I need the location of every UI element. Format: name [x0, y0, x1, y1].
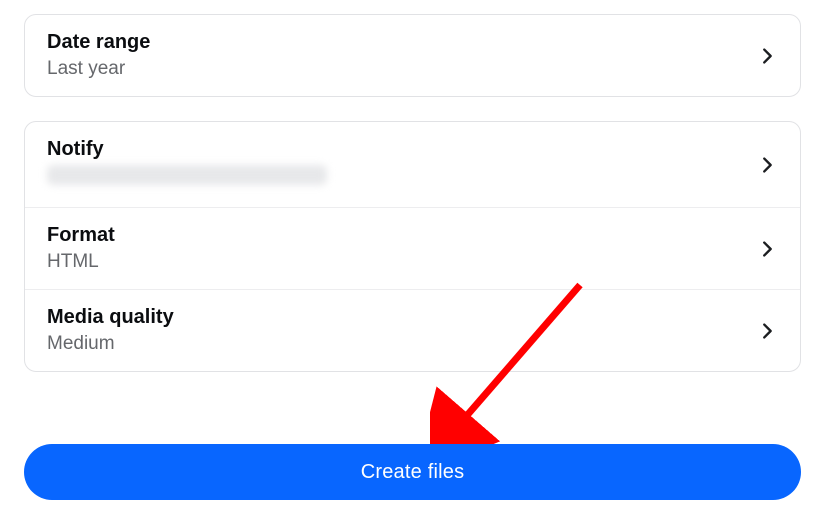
row-labels: Notify: [47, 138, 327, 191]
chevron-right-icon: [756, 45, 778, 67]
row-date-range[interactable]: Date range Last year: [25, 15, 800, 96]
format-title: Format: [47, 224, 115, 247]
date-range-value: Last year: [47, 58, 150, 80]
card-date-range: Date range Last year: [24, 14, 801, 97]
row-notify[interactable]: Notify: [25, 122, 800, 207]
chevron-right-icon: [756, 320, 778, 342]
row-labels: Media quality Medium: [47, 306, 174, 355]
row-labels: Date range Last year: [47, 31, 150, 80]
chevron-right-icon: [756, 154, 778, 176]
row-media-quality[interactable]: Media quality Medium: [25, 289, 800, 371]
row-format[interactable]: Format HTML: [25, 207, 800, 289]
media-quality-value: Medium: [47, 333, 174, 355]
card-options: Notify Format HTML Media quality Medium: [24, 121, 801, 372]
date-range-title: Date range: [47, 31, 150, 54]
format-value: HTML: [47, 251, 115, 273]
media-quality-title: Media quality: [47, 306, 174, 329]
chevron-right-icon: [756, 238, 778, 260]
create-files-button[interactable]: Create files: [24, 444, 801, 500]
redacted-email: [47, 165, 327, 185]
settings-list: Date range Last year Notify Format HTML …: [0, 0, 825, 372]
row-labels: Format HTML: [47, 224, 115, 273]
notify-value: [47, 165, 327, 191]
notify-title: Notify: [47, 138, 327, 161]
cta-area: Create files: [0, 444, 825, 500]
